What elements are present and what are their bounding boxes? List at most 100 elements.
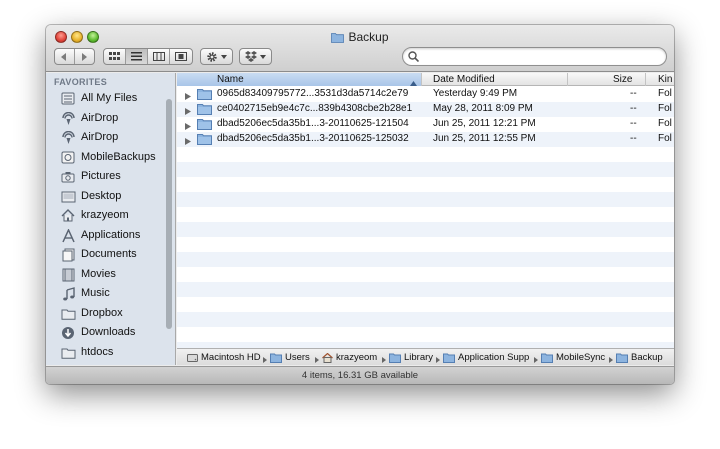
path-separator-icon: [534, 354, 538, 366]
documents-icon: [60, 247, 76, 262]
empty-row: [177, 237, 674, 252]
sidebar-item-applications[interactable]: Applications: [46, 226, 164, 245]
path-item-application-support[interactable]: Application Supp: [443, 351, 531, 364]
sidebar-item-dropbox[interactable]: Dropbox: [46, 304, 164, 323]
status-text: 4 items, 16.31 GB available: [301, 370, 419, 381]
all-files-icon: [60, 91, 76, 106]
search-field[interactable]: [402, 47, 667, 66]
desktop-icon: [60, 189, 76, 204]
folder-icon: [197, 88, 212, 103]
icon-view-button[interactable]: [104, 49, 126, 64]
folder-icon: [197, 103, 212, 118]
window-title-area: Backup: [46, 30, 674, 46]
column-header-name[interactable]: Name: [177, 73, 422, 86]
folder-icon: [541, 353, 553, 363]
hard-drive-icon: [187, 353, 198, 363]
column-view-button[interactable]: [148, 49, 170, 64]
airdrop-icon: [60, 111, 76, 126]
sidebar-item-desktop[interactable]: Desktop: [46, 187, 164, 206]
empty-row: [177, 267, 674, 282]
column-header-date-modified[interactable]: Date Modified: [422, 73, 568, 86]
gear-icon: [206, 51, 218, 63]
path-item-users[interactable]: Users: [270, 351, 310, 364]
sidebar-item-music[interactable]: Music: [46, 284, 164, 303]
column-header-row: Name Date Modified Size Kin: [177, 73, 674, 86]
home-icon: [60, 208, 76, 223]
empty-row: [177, 192, 674, 207]
drive-icon: [60, 150, 76, 165]
folder-icon: [197, 133, 212, 148]
path-item-macintosh-hd[interactable]: Macintosh HD: [187, 351, 261, 364]
file-list: Name Date Modified Size Kin 0965d8340979…: [177, 73, 674, 365]
music-icon: [60, 286, 76, 301]
chevron-down-icon: [221, 54, 227, 59]
path-item-library[interactable]: Library: [389, 351, 433, 364]
dropbox-folder-icon: [60, 306, 76, 321]
sidebar-item-all-my-files[interactable]: All My Files: [46, 89, 164, 108]
status-bar: 4 items, 16.31 GB available: [46, 366, 674, 384]
path-separator-icon: [609, 354, 613, 366]
sidebar-scrollbar[interactable]: [166, 99, 172, 329]
path-item-backup[interactable]: Backup: [616, 351, 663, 364]
back-forward-control: [54, 48, 95, 65]
sidebar-item-documents[interactable]: Documents: [46, 245, 164, 264]
table-row[interactable]: dbad5206ec5da35b1...3-20110625-121504 Ju…: [177, 117, 674, 132]
applications-icon: [60, 228, 76, 243]
path-separator-icon: [315, 354, 319, 366]
empty-row: [177, 282, 674, 297]
column-header-kind[interactable]: Kin: [646, 73, 674, 86]
airdrop-icon: [60, 130, 76, 145]
sidebar: FAVORITES All My Files AirDrop AirDrop M…: [46, 73, 176, 365]
sidebar-item-downloads[interactable]: Downloads: [46, 323, 164, 342]
camera-icon: [60, 169, 76, 184]
coverflow-view-button[interactable]: [170, 49, 192, 64]
movies-icon: [60, 267, 76, 282]
empty-row: [177, 147, 674, 162]
sidebar-item-pictures[interactable]: Pictures: [46, 167, 164, 186]
sidebar-item-htdocs[interactable]: htdocs: [46, 343, 164, 362]
home-icon: [322, 352, 333, 363]
sidebar-section-favorites: FAVORITES: [54, 77, 108, 87]
chevron-down-icon: [260, 54, 266, 59]
folder-icon: [443, 353, 455, 363]
sidebar-item-movies[interactable]: Movies: [46, 265, 164, 284]
path-item-krazyeom[interactable]: krazyeom: [322, 351, 377, 364]
empty-row: [177, 327, 674, 342]
empty-row: [177, 207, 674, 222]
path-separator-icon: [436, 354, 440, 366]
forward-arrow-icon[interactable]: [75, 49, 94, 64]
finder-window: Backup FAVORITES All My Files AirDrop Ai…: [46, 25, 674, 384]
dropbox-menu-button[interactable]: [239, 48, 272, 65]
empty-row: [177, 297, 674, 312]
table-row[interactable]: 0965d83409795772...3531d3da5714c2e79 Yes…: [177, 87, 674, 102]
empty-row: [177, 252, 674, 267]
titlebar: Backup: [46, 25, 674, 72]
sidebar-item-airdrop-2[interactable]: AirDrop: [46, 128, 164, 147]
column-header-size[interactable]: Size: [568, 73, 646, 86]
empty-row: [177, 312, 674, 327]
path-separator-icon: [263, 354, 267, 366]
search-icon: [408, 51, 419, 62]
path-bar: Macintosh HD Users krazyeom Library Appl…: [177, 348, 674, 365]
folder-icon: [616, 353, 628, 363]
list-view-button[interactable]: [126, 49, 148, 64]
folder-icon: [197, 118, 212, 133]
empty-row: [177, 177, 674, 192]
search-input[interactable]: [423, 49, 658, 64]
folder-icon: [331, 32, 345, 46]
folder-icon: [270, 353, 282, 363]
window-title: Backup: [348, 30, 389, 44]
back-arrow-icon[interactable]: [55, 49, 75, 64]
sidebar-item-krazyeom[interactable]: krazyeom: [46, 206, 164, 225]
table-row[interactable]: dbad5206ec5da35b1...3-20110625-125032 Ju…: [177, 132, 674, 147]
sidebar-item-airdrop[interactable]: AirDrop: [46, 109, 164, 128]
empty-row: [177, 162, 674, 177]
path-separator-icon: [382, 354, 386, 366]
folder-icon: [60, 345, 76, 360]
action-menu-button[interactable]: [200, 48, 233, 65]
path-item-mobilesync[interactable]: MobileSync: [541, 351, 605, 364]
folder-icon: [389, 353, 401, 363]
table-row[interactable]: ce0402715eb9e4c7c...839b4308cbe2b28e1 Ma…: [177, 102, 674, 117]
sidebar-item-mobilebackups[interactable]: MobileBackups: [46, 148, 164, 167]
downloads-icon: [60, 325, 76, 340]
